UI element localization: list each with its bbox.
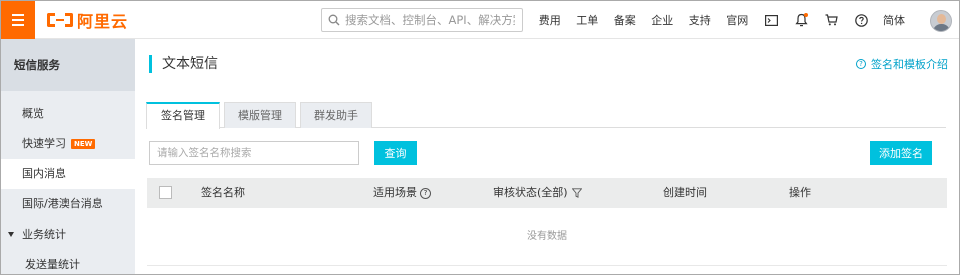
search-icon xyxy=(328,14,340,26)
avatar[interactable] xyxy=(930,10,952,32)
sidebar-group-stats[interactable]: 业务统计 xyxy=(1,219,135,249)
menu-icon[interactable] xyxy=(1,1,35,39)
sidebar-item-domestic[interactable]: 国内消息 xyxy=(1,159,135,189)
sidebar-item-overview[interactable]: 概览 xyxy=(1,99,135,129)
logo-mark-icon xyxy=(47,13,73,27)
sidebar-item-label: 发送量统计 xyxy=(25,258,80,271)
top-navbar: 阿里云 费用 工单 备案 企业 支持 官网 简体 xyxy=(1,1,959,39)
query-button[interactable]: 查询 xyxy=(374,141,417,165)
bell-icon[interactable] xyxy=(786,1,816,39)
sidebar-item-label: 国际/港澳台消息 xyxy=(22,197,103,210)
sidebar: 短信服务 概览 快速学习 NEW 国内消息 国际/港澳台消息 业务统计 发送量统… xyxy=(1,39,135,274)
col-sign-name: 签名名称 xyxy=(201,186,245,199)
sidebar-title: 短信服务 xyxy=(1,39,135,91)
aliyun-logo[interactable]: 阿里云 xyxy=(47,9,128,31)
sidebar-item-label: 概览 xyxy=(22,107,44,120)
cart-icon[interactable] xyxy=(816,1,846,39)
sidebar-item-send-stats[interactable]: 发送量统计 xyxy=(1,249,135,275)
top-nav: 费用 工单 备案 企业 支持 官网 简体 xyxy=(531,1,912,39)
col-scenario: 适用场景 ? xyxy=(373,178,431,208)
nav-icp[interactable]: 备案 xyxy=(606,12,644,28)
sidebar-item-international[interactable]: 国际/港澳台消息 xyxy=(1,189,135,219)
language-switch[interactable]: 简体 xyxy=(876,12,912,28)
sidebar-group-label: 业务统计 xyxy=(22,228,66,241)
notification-dot xyxy=(804,13,808,17)
terminal-icon[interactable] xyxy=(756,1,786,39)
table-header: 签名名称 适用场景 ? 审核状态(全部) 创建时间 操作 xyxy=(147,178,947,208)
sign-template-intro-link[interactable]: ? 签名和模板介绍 xyxy=(856,56,948,72)
tab-bulk-send[interactable]: 群发助手 xyxy=(300,102,372,128)
col-status-label: 审核状态(全部) xyxy=(493,186,568,199)
nav-tickets[interactable]: 工单 xyxy=(569,12,607,28)
global-search-input[interactable] xyxy=(345,13,515,27)
new-badge: NEW xyxy=(71,139,96,149)
col-scenario-label: 适用场景 xyxy=(373,186,417,199)
col-created-time: 创建时间 xyxy=(663,186,707,199)
sidebar-item-label: 国内消息 xyxy=(22,167,66,180)
tab-bar: 签名管理 模版管理 群发助手 xyxy=(146,102,946,129)
caret-down-icon xyxy=(8,231,14,237)
sidebar-item-label: 快速学习 xyxy=(22,137,66,150)
col-status: 审核状态(全部) xyxy=(493,178,582,208)
col-actions: 操作 xyxy=(789,186,811,199)
nav-website[interactable]: 官网 xyxy=(719,12,757,28)
tab-template-management[interactable]: 模版管理 xyxy=(224,102,296,128)
page-title: 文本短信 xyxy=(149,55,218,73)
tab-sign-management[interactable]: 签名管理 xyxy=(146,102,220,129)
sign-table: 签名名称 适用场景 ? 审核状态(全部) 创建时间 操作 没有数据 xyxy=(147,178,947,266)
empty-state-text: 没有数据 xyxy=(147,208,947,266)
logo-text: 阿里云 xyxy=(77,12,129,31)
select-all-checkbox[interactable] xyxy=(159,186,172,199)
filter-icon[interactable] xyxy=(571,188,582,198)
main-content: 文本短信 ? 签名和模板介绍 签名管理 模版管理 群发助手 查询 添加签名 签名… xyxy=(135,39,959,274)
sidebar-item-quick-learn[interactable]: 快速学习 NEW xyxy=(1,129,135,159)
help-link-label: 签名和模板介绍 xyxy=(871,58,948,71)
nav-support[interactable]: 支持 xyxy=(681,12,719,28)
add-sign-button[interactable]: 添加签名 xyxy=(870,141,932,165)
question-circle-icon: ? xyxy=(856,59,866,69)
question-circle-icon[interactable]: ? xyxy=(420,187,431,199)
help-icon[interactable] xyxy=(846,1,876,39)
sign-name-search-input[interactable] xyxy=(149,141,359,165)
nav-billing[interactable]: 费用 xyxy=(531,12,569,28)
global-search[interactable] xyxy=(321,8,523,32)
nav-enterprise[interactable]: 企业 xyxy=(644,12,682,28)
